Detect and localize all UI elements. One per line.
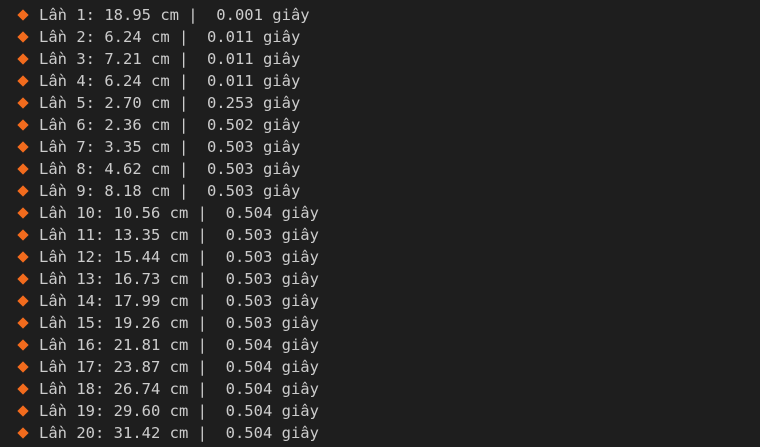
orange-diamond-icon	[17, 119, 29, 131]
measurement-text: Lần 6: 2.36 cm | 0.502 giây	[39, 116, 301, 134]
measurement-text: Lần 4: 6.24 cm | 0.011 giây	[39, 72, 301, 90]
measurement-text: Lần 13: 16.73 cm | 0.503 giây	[39, 270, 319, 288]
measurement-text: Lần 1: 18.95 cm | 0.001 giây	[39, 6, 310, 24]
output-line: Lần 13: 16.73 cm | 0.503 giây	[17, 268, 760, 290]
orange-diamond-icon	[17, 361, 29, 373]
output-line: Lần 10: 10.56 cm | 0.504 giây	[17, 202, 760, 224]
orange-diamond-icon	[17, 295, 29, 307]
measurement-text: Lần 2: 6.24 cm | 0.011 giây	[39, 28, 301, 46]
orange-diamond-icon	[17, 97, 29, 109]
measurement-text: Lần 17: 23.87 cm | 0.504 giây	[39, 358, 319, 376]
measurement-text: Lần 19: 29.60 cm | 0.504 giây	[39, 402, 319, 420]
output-line: Lần 4: 6.24 cm | 0.011 giây	[17, 70, 760, 92]
output-line: Lần 18: 26.74 cm | 0.504 giây	[17, 378, 760, 400]
output-line: Lần 3: 7.21 cm | 0.011 giây	[17, 48, 760, 70]
output-line: Lần 16: 21.81 cm | 0.504 giây	[17, 334, 760, 356]
orange-diamond-icon	[17, 273, 29, 285]
measurement-text: Lần 12: 15.44 cm | 0.503 giây	[39, 248, 319, 266]
output-line: Lần 6: 2.36 cm | 0.502 giây	[17, 114, 760, 136]
orange-diamond-icon	[17, 427, 29, 439]
output-line: Lần 9: 8.18 cm | 0.503 giây	[17, 180, 760, 202]
orange-diamond-icon	[17, 141, 29, 153]
measurement-text: Lần 15: 19.26 cm | 0.503 giây	[39, 314, 319, 332]
orange-diamond-icon	[17, 251, 29, 263]
orange-diamond-icon	[17, 383, 29, 395]
measurement-text: Lần 18: 26.74 cm | 0.504 giây	[39, 380, 319, 398]
orange-diamond-icon	[17, 317, 29, 329]
output-line: Lần 11: 13.35 cm | 0.503 giây	[17, 224, 760, 246]
measurement-text: Lần 5: 2.70 cm | 0.253 giây	[39, 94, 301, 112]
output-line: Lần 20: 31.42 cm | 0.504 giây	[17, 422, 760, 444]
orange-diamond-icon	[17, 405, 29, 417]
measurement-text: Lần 10: 10.56 cm | 0.504 giây	[39, 204, 319, 222]
orange-diamond-icon	[17, 207, 29, 219]
orange-diamond-icon	[17, 31, 29, 43]
output-line: Lần 8: 4.62 cm | 0.503 giây	[17, 158, 760, 180]
orange-diamond-icon	[17, 339, 29, 351]
measurement-text: Lần 7: 3.35 cm | 0.503 giây	[39, 138, 301, 156]
orange-diamond-icon	[17, 185, 29, 197]
output-line: Lần 5: 2.70 cm | 0.253 giây	[17, 92, 760, 114]
output-line: Lần 14: 17.99 cm | 0.503 giây	[17, 290, 760, 312]
orange-diamond-icon	[17, 229, 29, 241]
orange-diamond-icon	[17, 75, 29, 87]
output-line: Lần 2: 6.24 cm | 0.011 giây	[17, 26, 760, 48]
measurement-text: Lần 14: 17.99 cm | 0.503 giây	[39, 292, 319, 310]
output-line: Lần 15: 19.26 cm | 0.503 giây	[17, 312, 760, 334]
terminal-output: Lần 1: 18.95 cm | 0.001 giây Lần 2: 6.24…	[0, 0, 760, 447]
measurement-text: Lần 11: 13.35 cm | 0.503 giây	[39, 226, 319, 244]
orange-diamond-icon	[17, 9, 29, 21]
measurement-text: Lần 16: 21.81 cm | 0.504 giây	[39, 336, 319, 354]
measurement-text: Lần 20: 31.42 cm | 0.504 giây	[39, 424, 319, 442]
output-line: Lần 19: 29.60 cm | 0.504 giây	[17, 400, 760, 422]
output-line: Lần 7: 3.35 cm | 0.503 giây	[17, 136, 760, 158]
orange-diamond-icon	[17, 53, 29, 65]
output-line: Lần 1: 18.95 cm | 0.001 giây	[17, 4, 760, 26]
measurement-text: Lần 8: 4.62 cm | 0.503 giây	[39, 160, 301, 178]
measurement-text: Lần 3: 7.21 cm | 0.011 giây	[39, 50, 301, 68]
output-line: Lần 17: 23.87 cm | 0.504 giây	[17, 356, 760, 378]
orange-diamond-icon	[17, 163, 29, 175]
output-line: Lần 12: 15.44 cm | 0.503 giây	[17, 246, 760, 268]
measurement-text: Lần 9: 8.18 cm | 0.503 giây	[39, 182, 301, 200]
